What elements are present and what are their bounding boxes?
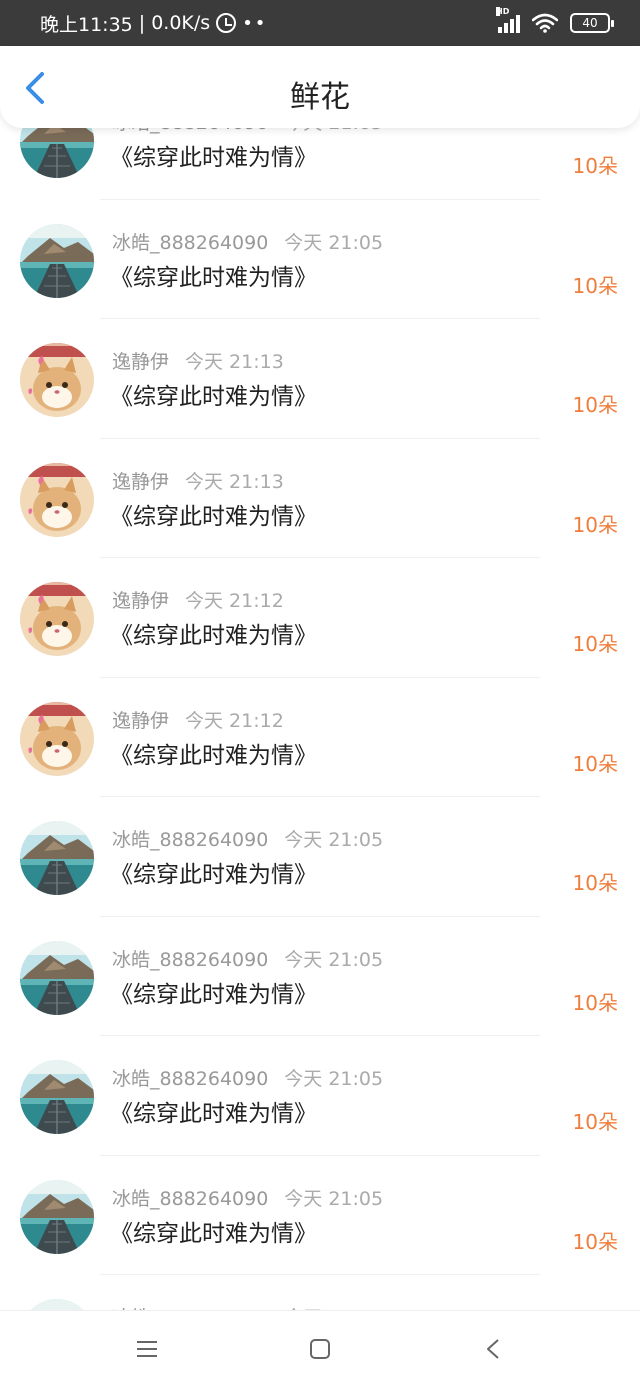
list-item[interactable]: 逸静伊 今天 21:12 《综穿此时难为情》 10朵 — [0, 558, 640, 678]
status-bar: 晚上11:35 | 0.0K/s •• HD 40 — [0, 0, 640, 46]
hd-label: HD — [496, 7, 510, 16]
flower-count: 10朵 — [572, 1110, 618, 1134]
item-meta: 冰皓_888264090 今天 21:05 — [112, 825, 383, 852]
timestamp: 今天 21:05 — [284, 1187, 384, 1210]
username: 冰皓_888264090 — [112, 231, 269, 254]
timestamp: 今天 21:05 — [284, 1068, 384, 1090]
list-item[interactable]: 冰皓_888264090 今天 21:05 《综穿此时难为情》 10朵 — [0, 797, 640, 917]
flower-count: 10朵 — [572, 393, 618, 417]
book-title: 《综穿此时难为情》 — [110, 1220, 317, 1247]
flower-count: 10朵 — [572, 273, 618, 298]
item-meta: 冰皓_888264090 今天 21:05 — [112, 228, 383, 255]
avatar[interactable] — [20, 701, 94, 776]
flower-count: 10朵 — [572, 990, 618, 1015]
status-right: HD 40 — [496, 7, 614, 33]
menu-icon — [136, 1341, 157, 1357]
item-meta: 冰皓_888264090 今天 21:05 — [112, 945, 383, 972]
item-meta: 逸静伊 今天 21:13 — [112, 467, 284, 494]
username: 逸静伊 — [112, 470, 170, 493]
header-bar: 鲜花 — [0, 46, 640, 128]
book-title: 《综穿此时难为情》 — [110, 145, 317, 171]
more-notifications-icon: •• — [242, 12, 268, 34]
username: 冰皓_888264090 — [112, 1187, 269, 1210]
timestamp: 今天 21:05 — [284, 231, 384, 254]
avatar[interactable] — [20, 582, 94, 656]
flower-list[interactable]: 冰皓_888264090今天 21:05《综穿此时难为情》10朵冰皓_88826… — [0, 128, 640, 1310]
book-title: 《综穿此时难为情》 — [110, 742, 317, 769]
avatar[interactable] — [20, 223, 94, 298]
book-title: 《综穿此时难为情》 — [110, 384, 317, 410]
item-meta: 逸静伊 今天 21:12 — [112, 586, 284, 613]
list-item[interactable]: 冰皓_888264090 今天 21:05 《综穿此时难为情》 10朵 — [0, 1036, 640, 1156]
username: 逸静伊 — [112, 709, 170, 732]
battery-icon: 40 — [570, 13, 614, 33]
list-item[interactable]: 冰皓_888264090 今天 21:05 《综穿此时难为情》 10朵 — [0, 917, 640, 1037]
timestamp: 今天 21:12 — [185, 590, 284, 612]
flower-count: 10朵 — [572, 871, 618, 895]
timestamp: 今天 21:05 — [284, 829, 384, 851]
list-item[interactable]: 逸静伊 今天 21:13 《综穿此时难为情》 10朵 — [0, 439, 640, 559]
username: 冰皓_888264090 — [112, 829, 269, 851]
flower-list-items: 冰皓_888264090今天 21:05《综穿此时难为情》10朵冰皓_88826… — [0, 128, 640, 1310]
wifi-icon — [532, 13, 558, 33]
timestamp: 今天 21:05 — [284, 948, 384, 971]
network-speed: | 0.0K/s — [138, 12, 211, 34]
square-icon — [309, 1339, 330, 1359]
avatar[interactable] — [20, 128, 94, 178]
username: 逸静伊 — [112, 590, 170, 612]
system-back-button[interactable] — [473, 1329, 513, 1369]
status-left: 晚上11:35 | 0.0K/s •• — [40, 10, 498, 37]
avatar[interactable] — [20, 821, 94, 895]
flower-count: 10朵 — [572, 632, 618, 656]
username: 逸静伊 — [112, 351, 170, 373]
home-button[interactable] — [300, 1329, 340, 1369]
username: 冰皓_888264090 — [112, 128, 268, 134]
flower-count: 10朵 — [572, 1229, 618, 1254]
system-nav-bar — [0, 1310, 640, 1387]
item-meta: 冰皓_888264090 今天 21:05 — [112, 1184, 383, 1211]
list-item[interactable]: 冰皓_888264090 今天 21:05 《综穿此时难为情》 10朵 — [0, 1156, 640, 1276]
list-item[interactable]: 冰皓_888264090今天 21:05《综穿此时难为情》10朵 — [0, 1275, 640, 1310]
avatar[interactable] — [20, 1179, 94, 1254]
book-title: 《综穿此时难为情》 — [110, 1101, 317, 1127]
flower-count: 10朵 — [572, 512, 618, 537]
alarm-icon — [216, 13, 237, 33]
book-title: 《综穿此时难为情》 — [110, 862, 317, 888]
list-item[interactable]: 冰皓_888264090 今天 21:05 《综穿此时难为情》 10朵 — [0, 128, 640, 200]
username: 冰皓_888264090 — [112, 948, 269, 971]
item-meta: 逸静伊 今天 21:12 — [112, 706, 284, 733]
list-item[interactable]: 逸静伊 今天 21:13 《综穿此时难为情》 10朵 — [0, 319, 640, 439]
flower-count: 10朵 — [572, 751, 618, 776]
timestamp: 今天 21:05 — [284, 128, 383, 134]
item-meta: 冰皓_888264090今天 21:05 — [112, 1303, 383, 1310]
item-meta: 冰皓_888264090 今天 21:05 — [112, 1064, 383, 1091]
avatar[interactable] — [20, 343, 94, 417]
item-meta: 冰皓_888264090 今天 21:05 — [112, 128, 383, 135]
timestamp: 今天 21:13 — [185, 351, 284, 373]
book-title: 《综穿此时难为情》 — [110, 264, 317, 291]
avatar[interactable] — [20, 1060, 94, 1134]
timestamp: 今天 21:12 — [185, 709, 284, 732]
battery-level: 40 — [582, 16, 598, 30]
timestamp: 今天 21:13 — [185, 470, 284, 493]
page-title: 鲜花 — [290, 80, 350, 115]
status-time: 晚上11:35 — [40, 13, 133, 36]
book-title: 《综穿此时难为情》 — [110, 623, 317, 649]
menu-button[interactable] — [127, 1329, 167, 1369]
avatar[interactable] — [20, 940, 94, 1015]
list-item[interactable]: 逸静伊 今天 21:12 《综穿此时难为情》 10朵 — [0, 678, 640, 798]
flower-count: 10朵 — [572, 154, 618, 178]
back-triangle-icon — [487, 1339, 499, 1359]
signal-icon: HD — [496, 7, 520, 33]
username: 冰皓_888264090 — [112, 1068, 269, 1090]
avatar[interactable] — [20, 462, 94, 537]
book-title: 《综穿此时难为情》 — [110, 981, 317, 1008]
avatar[interactable] — [20, 1299, 94, 1310]
item-meta: 逸静伊 今天 21:13 — [112, 347, 284, 374]
book-title: 《综穿此时难为情》 — [110, 503, 317, 530]
list-item[interactable]: 冰皓_888264090 今天 21:05 《综穿此时难为情》 10朵 — [0, 200, 640, 320]
